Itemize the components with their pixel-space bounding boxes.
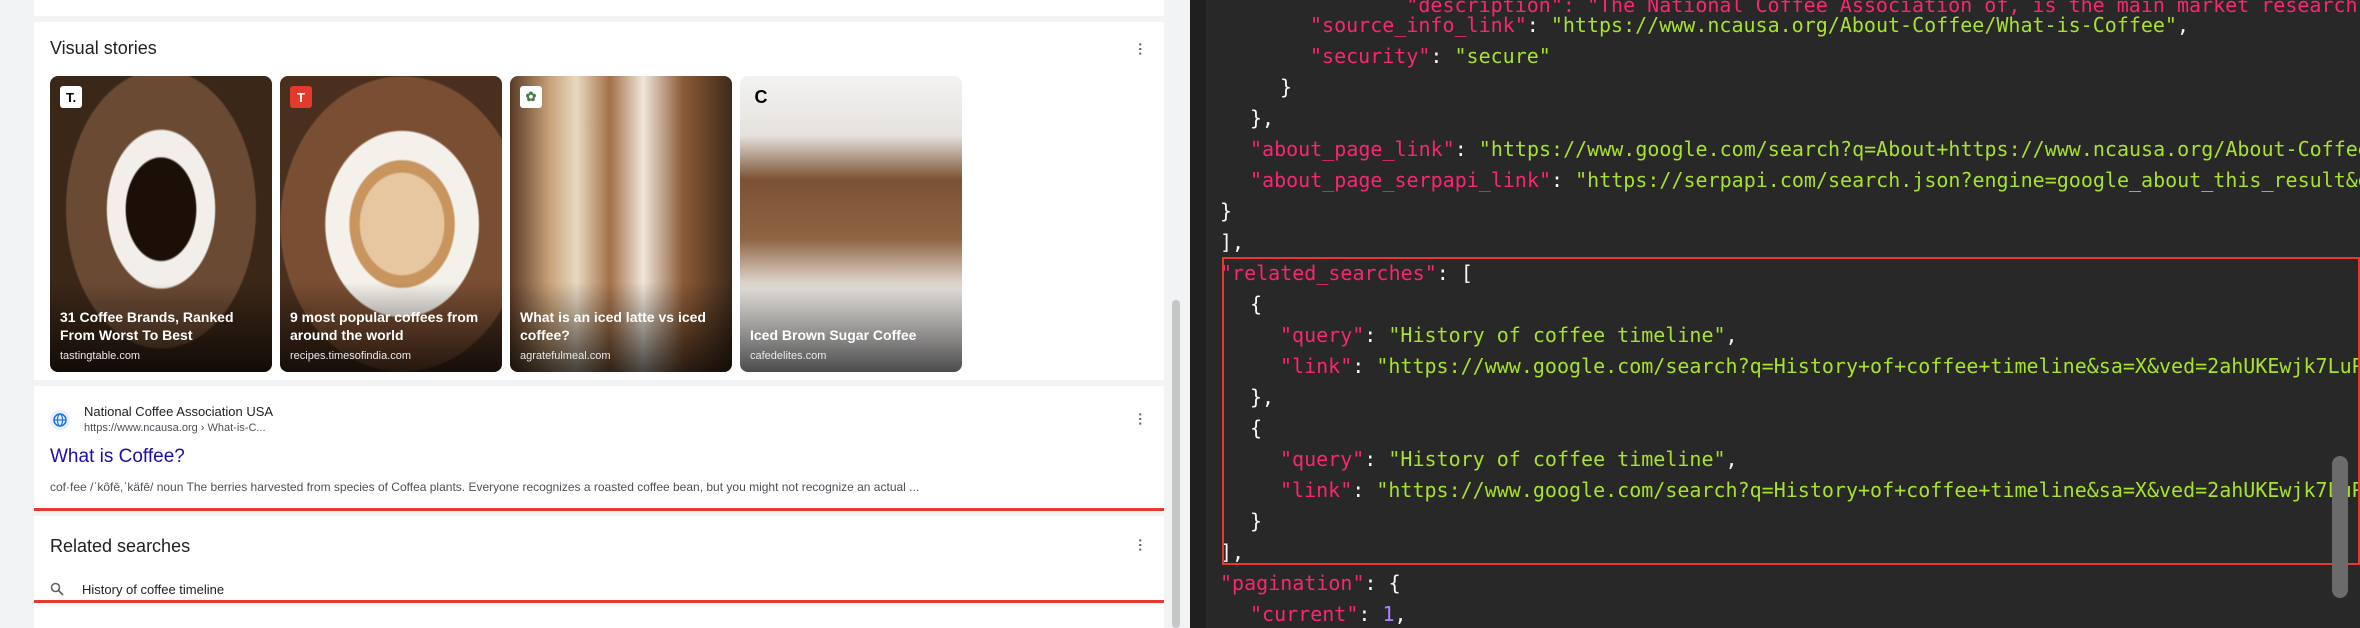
json-value: 1 <box>1382 602 1395 626</box>
visual-stories-title: Visual stories <box>50 38 157 58</box>
story-caption: 9 most popular coffees from around the w… <box>290 309 479 343</box>
json-key: "about_page_serpapi_link" <box>1250 168 1552 192</box>
globe-icon <box>50 410 70 430</box>
json-value: "secure" <box>1454 44 1551 68</box>
json-value: "https://www.google.com/search?q=About+h… <box>1478 137 2360 161</box>
story-caption: What is an iced latte vs iced coffee? <box>520 309 706 343</box>
site-logo-icon: T <box>290 86 312 108</box>
visual-stories-card: Visual stories ⋯ T. 31 Coffee Brands, Ra… <box>34 22 1164 380</box>
story-source: recipes.timesofindia.com <box>290 350 412 362</box>
story-card-1[interactable]: T. 31 Coffee Brands, Ranked From Worst T… <box>50 76 272 372</box>
result-url[interactable]: https://www.ncausa.org › What-is-C... <box>84 422 266 434</box>
json-value: "https://serpapi.com/search.json?engine=… <box>1575 168 2360 192</box>
json-key: "about_page_link" <box>1250 137 1455 161</box>
code-line: }, <box>1250 106 1275 130</box>
site-logo-icon: C <box>754 86 768 107</box>
result-title-link[interactable]: What is Coffee? <box>50 446 185 468</box>
previous-card <box>34 0 1164 16</box>
json-key: "pagination" <box>1220 571 1365 595</box>
story-caption: Iced Brown Sugar Coffee <box>750 327 917 343</box>
result-site-name: National Coffee Association USA <box>84 404 274 419</box>
search-result: National Coffee Association USA https://… <box>34 386 1164 510</box>
story-caption: 31 Coffee Brands, Ranked From Worst To B… <box>60 309 234 343</box>
site-logo-icon: T. <box>60 86 82 108</box>
code-line: "current": 1, <box>1250 602 1407 626</box>
highlight-line-top <box>34 508 1164 511</box>
story-card-4[interactable]: C Iced Brown Sugar Coffee cafedelites.co… <box>740 76 962 372</box>
json-key: "current" <box>1250 602 1359 626</box>
code-line: "about_page_link": "https://www.google.c… <box>1250 134 2360 165</box>
code-line: } <box>1220 199 1233 223</box>
scrollbar-thumb[interactable] <box>2332 456 2348 598</box>
highlight-line-bottom <box>34 600 1164 603</box>
story-source: tastingtable.com <box>60 350 141 362</box>
code-line: } <box>1280 75 1293 99</box>
json-value: "https://www.ncausa.org/About-Coffee/Wha… <box>1550 13 2177 37</box>
code-line: ], <box>1220 230 1245 254</box>
related-query-link[interactable]: History of coffee timeline <box>82 582 224 597</box>
result-snippet: cof·fee /ˈkôfē,ˈkäfē/ noun The berries h… <box>50 480 920 494</box>
pane-divider <box>1190 0 1206 628</box>
code-line: "about_page_serpapi_link": "https://serp… <box>1250 165 2360 196</box>
json-key: "source_info_link" <box>1310 13 1527 37</box>
more-options-icon[interactable]: ⋯ <box>1133 42 1149 56</box>
code-line: "pagination": { <box>1220 571 1401 595</box>
story-card-2[interactable]: T 9 most popular coffees from around the… <box>280 76 502 372</box>
site-logo-icon: ✿ <box>520 86 542 108</box>
more-options-icon[interactable]: ⋯ <box>1133 412 1149 426</box>
scrollbar-thumb[interactable] <box>1172 300 1180 628</box>
more-options-icon[interactable]: ⋯ <box>1133 538 1149 552</box>
code-line: "security": "secure" <box>1310 44 1551 68</box>
related-searches-card: Related searches ⋯ History of coffee tim… <box>34 516 1164 628</box>
search-icon <box>50 582 64 596</box>
json-key: "security" <box>1310 44 1431 68</box>
related-searches-highlight <box>1222 257 2360 565</box>
search-results-pane: Visual stories ⋯ T. 31 Coffee Brands, Ra… <box>0 0 1190 628</box>
story-card-3[interactable]: ✿ What is an iced latte vs iced coffee? … <box>510 76 732 372</box>
code-line: "source_info_link": "https://www.ncausa.… <box>1310 13 2190 37</box>
story-source: agratefulmeal.com <box>520 350 611 362</box>
story-source: cafedelites.com <box>750 350 827 362</box>
related-searches-title: Related searches <box>50 536 191 556</box>
